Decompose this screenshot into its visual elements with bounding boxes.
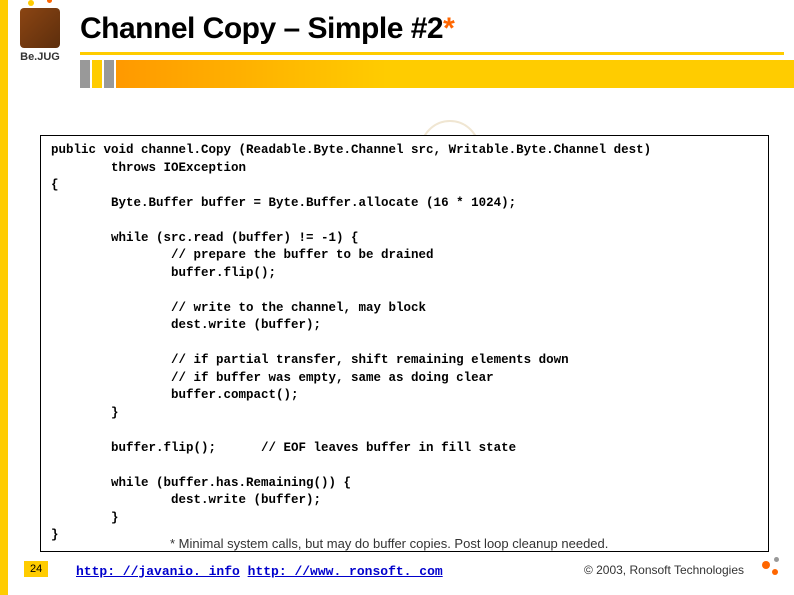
color-bars bbox=[80, 60, 794, 88]
link-javanio[interactable]: http: //javanio. info bbox=[76, 564, 240, 579]
bar-yellow bbox=[92, 60, 102, 88]
link-ronsoft[interactable]: http: //www. ronsoft. com bbox=[248, 564, 443, 579]
slide-title: Channel Copy – Simple #2* bbox=[80, 12, 784, 46]
bar-gray bbox=[80, 60, 90, 88]
title-main: Channel Copy – Simple #2 bbox=[80, 12, 443, 45]
title-underline bbox=[80, 52, 784, 55]
copyright: © 2003, Ronsoft Technologies bbox=[584, 563, 744, 577]
logo-container: Be.JUG bbox=[10, 8, 70, 88]
title-asterisk: * bbox=[443, 12, 454, 45]
code-content: public void channel.Copy (Readable.Byte.… bbox=[51, 142, 758, 545]
page-number: 24 bbox=[24, 561, 48, 577]
left-accent-stripe bbox=[0, 0, 8, 595]
bejug-logo-icon bbox=[20, 8, 60, 48]
bar-gray-2 bbox=[104, 60, 114, 88]
link-sep bbox=[240, 564, 248, 579]
logo-text: Be.JUG bbox=[20, 51, 60, 63]
corner-logo-icon bbox=[756, 557, 786, 587]
title-area: Channel Copy – Simple #2* bbox=[80, 12, 784, 55]
footer-links: http: //javanio. info http: //www. ronso… bbox=[76, 564, 443, 579]
bar-orange-gradient bbox=[116, 60, 794, 88]
code-listing: public void channel.Copy (Readable.Byte.… bbox=[40, 135, 769, 552]
footnote: * Minimal system calls, but may do buffe… bbox=[170, 536, 608, 551]
